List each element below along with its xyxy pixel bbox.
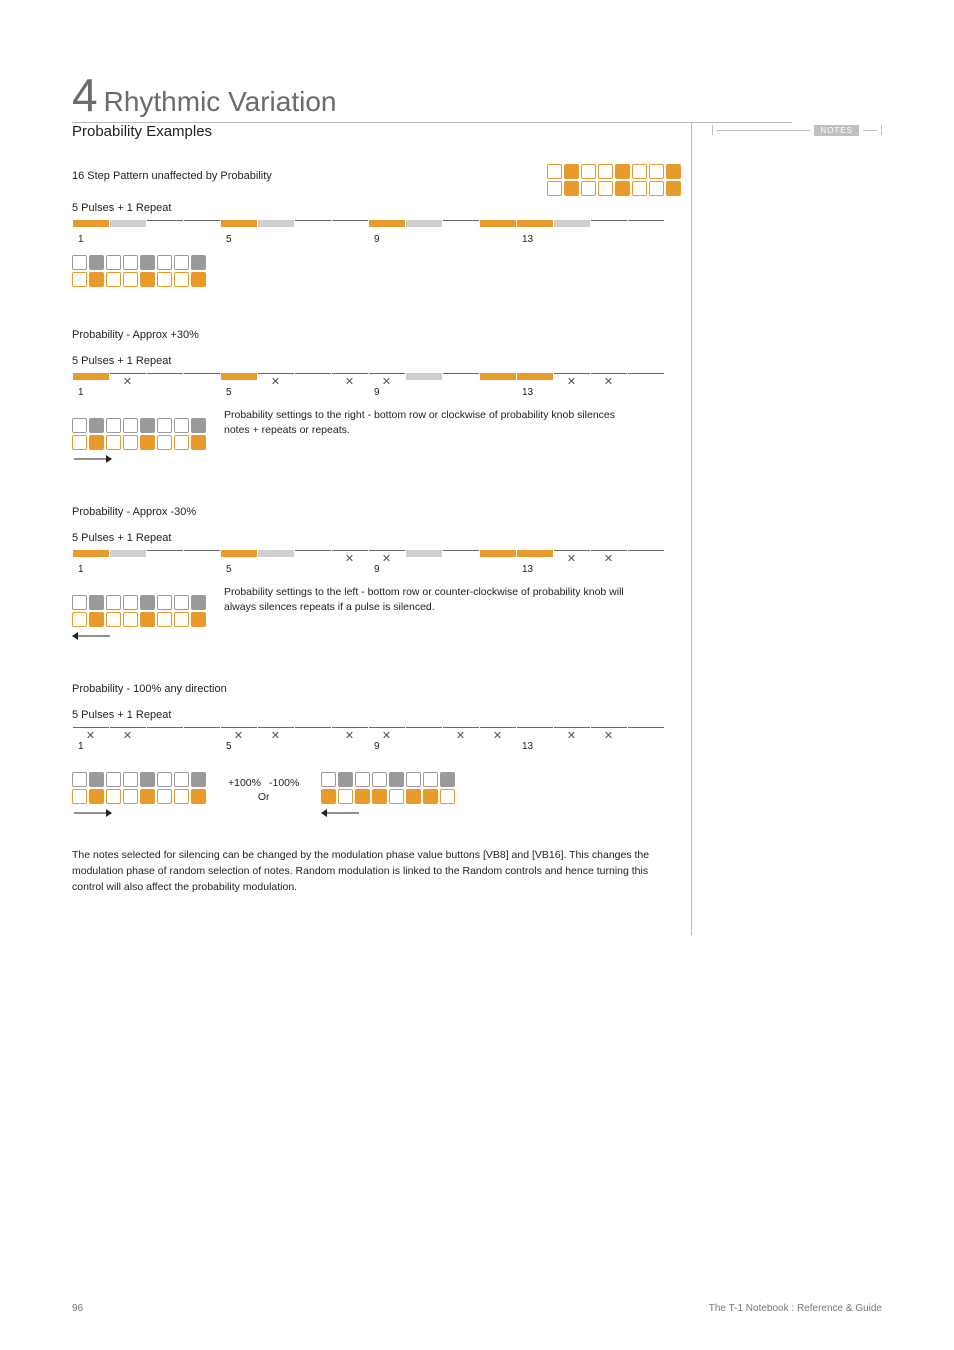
label-or: Or [258, 791, 270, 803]
num-13: 13 [516, 387, 553, 398]
ex4-caption-sub: 5 Pulses + 1 Repeat [72, 709, 681, 721]
ex1-nums: 1 5 9 13 [72, 234, 664, 245]
ex3-caption-sub: 5 Pulses + 1 Repeat [72, 532, 681, 544]
notes-bar: NOTES [712, 123, 882, 137]
body-text: The notes selected for silencing can be … [72, 848, 672, 895]
num-13: 13 [516, 741, 553, 752]
chapter-header: 4 Rhythmic Variation [72, 72, 792, 123]
ex1-caption-top: 16 Step Pattern unaffected by Probabilit… [72, 170, 272, 182]
arrow-left-icon [321, 808, 361, 818]
num-5: 5 [220, 741, 257, 752]
subtitle: Probability Examples [72, 123, 681, 140]
ex3-side-text: Probability settings to the left - botto… [224, 585, 624, 614]
ex2-side-text: Probability settings to the right - bott… [224, 408, 624, 437]
glyph-grid-1a [547, 164, 681, 196]
example-3: Probability - Approx -30% 5 Pulses + 1 R… [72, 506, 681, 641]
ex3-step-row: ✕ ✕ ✕ ✕ [72, 550, 664, 564]
main-column: Probability Examples 16 Step Pattern una… [72, 123, 692, 935]
ex1-caption-sub: 5 Pulses + 1 Repeat [72, 202, 681, 214]
arrow-right-icon [72, 808, 112, 818]
example-1: 16 Step Pattern unaffected by Probabilit… [72, 170, 681, 287]
num-9: 9 [368, 741, 405, 752]
num-9: 9 [368, 387, 405, 398]
num-13: 13 [516, 234, 553, 245]
num-5: 5 [220, 564, 257, 575]
example-4: Probability - 100% any direction 5 Pulse… [72, 683, 681, 818]
content-area: Probability Examples 16 Step Pattern una… [72, 123, 882, 935]
num-9: 9 [368, 234, 405, 245]
num-5: 5 [220, 387, 257, 398]
page-footer: 96 The T-1 Notebook : Reference & Guide [72, 1303, 882, 1314]
ex4-step-row: ✕ ✕ ✕ ✕ ✕ ✕ ✕ ✕ ✕ ✕ [72, 727, 664, 741]
book-title: The T-1 Notebook : Reference & Guide [709, 1303, 882, 1314]
ex2-nums: 1 5 9 13 [72, 387, 664, 398]
chapter-title: Rhythmic Variation [98, 86, 337, 118]
page-number: 96 [72, 1303, 83, 1314]
ex4-nums: 1 5 9 13 [72, 741, 664, 752]
label-plus100: +100% [228, 777, 261, 789]
ex2-caption-sub: 5 Pulses + 1 Repeat [72, 355, 681, 367]
ex1-step-row [72, 220, 664, 234]
num-13: 13 [516, 564, 553, 575]
num-1: 1 [72, 741, 109, 752]
num-1: 1 [72, 387, 109, 398]
ex4-caption-top: Probability - 100% any direction [72, 683, 681, 695]
chapter-number: 4 [72, 72, 98, 118]
ex2-caption-top: Probability - Approx +30% [72, 329, 681, 341]
ex3-caption-top: Probability - Approx -30% [72, 506, 681, 518]
glyph-grid-2 [72, 418, 206, 450]
num-1: 1 [72, 234, 109, 245]
glyph-grid-4b [321, 772, 455, 804]
side-column: NOTES [692, 123, 862, 935]
arrow-right-icon [72, 454, 112, 464]
arrow-left-icon [72, 631, 112, 641]
label-minus100: -100% [269, 777, 299, 789]
glyph-grid-1b [72, 255, 681, 287]
glyph-grid-3 [72, 595, 206, 627]
glyph-grid-4a [72, 772, 206, 804]
num-9: 9 [368, 564, 405, 575]
ex3-nums: 1 5 9 13 [72, 564, 664, 575]
notes-label: NOTES [814, 125, 859, 136]
example-2: Probability - Approx +30% 5 Pulses + 1 R… [72, 329, 681, 464]
ex2-step-row: ✕ ✕ ✕ ✕ ✕ ✕ [72, 373, 664, 387]
page: 4 Rhythmic Variation Probability Example… [0, 0, 954, 1350]
num-1: 1 [72, 564, 109, 575]
num-5: 5 [220, 234, 257, 245]
